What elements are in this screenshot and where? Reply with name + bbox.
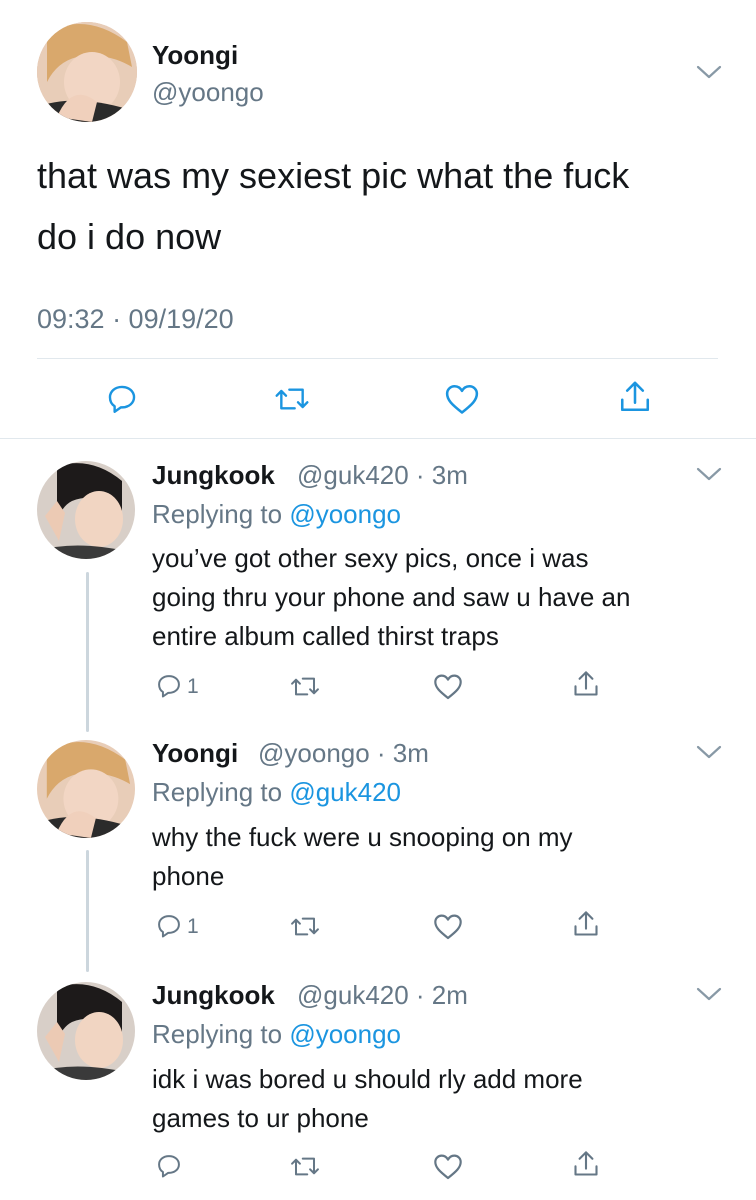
reply-text-line: idk i was bored u should rly add more: [152, 1064, 583, 1094]
author-name[interactable]: Yoongi: [152, 40, 238, 71]
avatar-yoongi[interactable]: [37, 740, 135, 838]
heart-icon[interactable]: [432, 912, 464, 941]
share-icon[interactable]: [572, 668, 600, 700]
reply-text-line: going thru your phone and saw u have an: [152, 582, 631, 612]
divider: [37, 358, 718, 359]
retweet-icon[interactable]: [289, 913, 321, 940]
reply-count: 1: [187, 915, 199, 938]
share-icon[interactable]: [618, 378, 652, 416]
reply-count: 1: [187, 675, 199, 698]
author-handle-time[interactable]: @guk420 · 3m: [297, 460, 468, 491]
author-name[interactable]: Yoongi: [152, 738, 238, 769]
replying-to-label: Replying to: [152, 499, 283, 529]
chevron-down-icon[interactable]: [696, 466, 722, 482]
tweet-text-line: that was my sexiest pic what the fuck: [37, 155, 630, 196]
heart-icon[interactable]: [443, 382, 481, 416]
tweet-text-line: do i do now: [37, 216, 222, 257]
avatar-jungkook[interactable]: [37, 461, 135, 559]
tweet-timestamp[interactable]: 09:32 · 09/19/20: [37, 304, 234, 335]
divider: [0, 438, 756, 439]
thread-line: [86, 572, 89, 732]
share-icon[interactable]: [572, 908, 600, 940]
author-handle-time[interactable]: @yoongo · 3m: [258, 738, 429, 769]
retweet-icon[interactable]: [273, 383, 311, 415]
heart-icon[interactable]: [432, 672, 464, 701]
reply-text-line: phone: [152, 861, 225, 891]
author-name[interactable]: Jungkook: [152, 460, 275, 491]
thread-line: [86, 850, 89, 972]
reply-icon[interactable]: [155, 1152, 183, 1180]
reply-icon[interactable]: [155, 672, 183, 700]
replying-to-label: Replying to: [152, 777, 283, 807]
avatar-yoongi[interactable]: [37, 22, 137, 122]
reply-text-line: entire album called thirst traps: [152, 621, 499, 651]
heart-icon[interactable]: [432, 1152, 464, 1181]
author-name[interactable]: Jungkook: [152, 980, 275, 1011]
author-handle-time[interactable]: @guk420 · 2m: [297, 980, 468, 1011]
retweet-icon[interactable]: [289, 673, 321, 700]
reply-text-line: games to ur phone: [152, 1103, 369, 1133]
reply-icon[interactable]: [105, 382, 139, 416]
chevron-down-icon[interactable]: [696, 986, 722, 1002]
replying-to-handle[interactable]: @yoongo: [289, 499, 401, 529]
retweet-icon[interactable]: [289, 1153, 321, 1180]
chevron-down-icon[interactable]: [696, 64, 722, 80]
chevron-down-icon[interactable]: [696, 744, 722, 760]
reply-text-line: why the fuck were u snooping on my: [152, 822, 573, 852]
replying-to-label: Replying to: [152, 1019, 283, 1049]
replying-to-handle[interactable]: @guk420: [289, 777, 401, 807]
reply-icon[interactable]: [155, 912, 183, 940]
avatar-jungkook[interactable]: [37, 982, 135, 1080]
reply-text-line: you’ve got other sexy pics, once i was: [152, 543, 589, 573]
author-handle[interactable]: @yoongo: [152, 77, 264, 108]
replying-to-handle[interactable]: @yoongo: [289, 1019, 401, 1049]
share-icon[interactable]: [572, 1148, 600, 1180]
